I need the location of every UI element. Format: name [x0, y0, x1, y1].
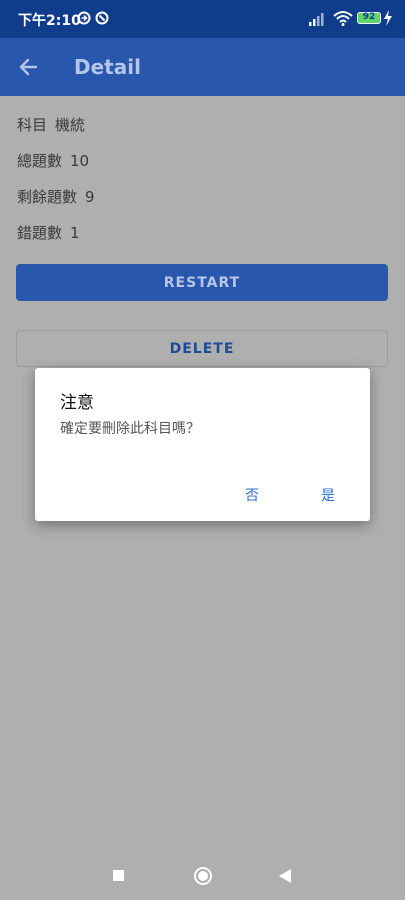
system-nav-bar — [0, 852, 405, 900]
wrong-questions-label: 錯題數 — [17, 224, 63, 242]
subject-label: 科目 — [17, 116, 48, 134]
app-bar: Detail — [0, 38, 405, 96]
subject-row: 科目 機統 — [17, 114, 85, 135]
battery-icon: 92 — [357, 12, 381, 24]
restart-button[interactable]: RESTART — [16, 264, 388, 301]
wrong-questions-value: 1 — [70, 224, 80, 242]
notification-icon — [77, 11, 91, 25]
total-questions-value: 10 — [70, 152, 90, 170]
notification-icon — [95, 11, 109, 25]
wifi-icon — [333, 11, 353, 26]
home-circle-icon[interactable] — [194, 867, 212, 885]
subject-value: 機統 — [55, 116, 86, 134]
wrong-questions-row: 錯題數 1 — [17, 222, 80, 243]
dialog-message: 確定要刪除此科目嗎？ — [60, 421, 200, 437]
dialog-yes-button[interactable]: 是 — [315, 483, 341, 507]
signal-icon — [309, 13, 324, 26]
dialog-title: 注意 — [60, 393, 94, 413]
status-bar: 下午2:10 92 — [0, 0, 405, 38]
remaining-questions-label: 剩餘題數 — [17, 188, 78, 206]
status-time: 下午2:10 — [18, 13, 81, 29]
recents-square-icon[interactable] — [113, 870, 124, 881]
arrow-left-icon[interactable] — [14, 52, 44, 82]
remaining-questions-row: 剩餘題數 9 — [17, 186, 95, 207]
dialog-no-button[interactable]: 否 — [239, 483, 265, 507]
charging-bolt-icon — [384, 10, 392, 26]
delete-confirm-dialog: 注意 確定要刪除此科目嗎？ 否 是 — [35, 368, 370, 521]
remaining-questions-value: 9 — [85, 188, 95, 206]
total-questions-label: 總題數 — [17, 152, 63, 170]
total-questions-row: 總題數 10 — [17, 150, 89, 171]
delete-button[interactable]: DELETE — [16, 330, 388, 367]
page-title: Detail — [74, 55, 141, 79]
back-triangle-icon[interactable] — [278, 868, 292, 884]
